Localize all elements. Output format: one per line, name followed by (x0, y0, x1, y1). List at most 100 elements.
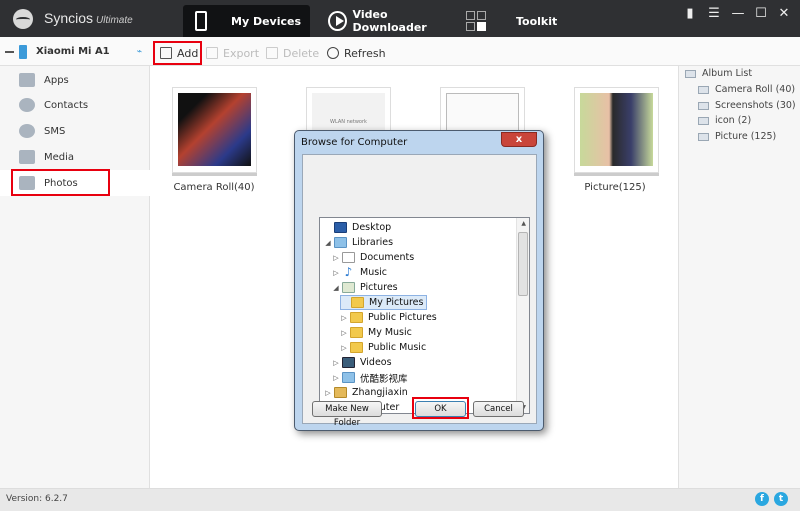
tab-video-downloader[interactable]: Video Downloader (325, 5, 455, 37)
expand-arrow-icon[interactable]: ▷ (332, 254, 340, 262)
delete-button[interactable]: Delete (266, 41, 319, 65)
add-button[interactable]: Add (153, 41, 202, 65)
album-list-item[interactable]: icon (2) (698, 115, 751, 126)
sidebar-item-contacts[interactable]: Contacts (0, 92, 150, 118)
tree-item[interactable]: ▷ ♪ Music (332, 265, 387, 280)
tree-item-label: Documents (360, 252, 415, 263)
album-list-item[interactable]: Screenshots (30) (698, 100, 796, 111)
tree-item[interactable]: ▷ Zhangjiaxin (324, 385, 408, 400)
toolkit-grid-icon (466, 11, 486, 31)
tree-item-label: Zhangjiaxin (352, 387, 408, 398)
collapse-icon[interactable] (5, 50, 14, 53)
tree-item-label: Pictures (360, 282, 398, 293)
tree-item[interactable]: ◢ Pictures (332, 280, 398, 295)
refresh-button[interactable]: Refresh (327, 41, 386, 65)
facebook-icon[interactable]: f (755, 492, 769, 506)
make-new-folder-button[interactable]: Make New Folder (312, 401, 382, 428)
tree-item[interactable]: ▷ Documents (332, 250, 414, 265)
menu-icon[interactable]: ☰ (706, 6, 722, 21)
pic-folder-icon (342, 282, 355, 293)
close-button[interactable]: ✕ (776, 6, 792, 21)
tab-label: My Devices (231, 14, 302, 28)
tab-label: Toolkit (516, 14, 558, 28)
sidebar-item-label: Contacts (44, 99, 89, 111)
refresh-label: Refresh (344, 46, 386, 60)
tree-item-label: Public Music (368, 342, 427, 353)
app-edition: Ultimate (96, 15, 133, 26)
album-label: Camera Roll(40) (173, 182, 255, 193)
folder-folder-icon (350, 342, 363, 353)
feedback-icon[interactable]: ▮ (682, 6, 698, 21)
tree-item-label: Desktop (352, 222, 392, 233)
tree-item[interactable]: ▷ Public Pictures (340, 310, 437, 325)
sms-icon (19, 124, 35, 138)
minimize-button[interactable]: — (730, 6, 746, 21)
desk-folder-icon (334, 222, 347, 233)
sidebar: Apps Contacts SMS Media Photos (0, 66, 150, 488)
tab-my-devices[interactable]: My Devices (183, 5, 310, 37)
cancel-button[interactable]: Cancel (473, 401, 524, 417)
album-image (580, 93, 653, 166)
media-icon (19, 150, 35, 164)
maximize-button[interactable]: ☐ (753, 6, 769, 21)
tree-item[interactable]: ▷ My Music (340, 325, 412, 340)
tree-item[interactable]: My Pictures (340, 295, 428, 310)
expand-arrow-icon[interactable]: ▷ (324, 389, 332, 397)
sidebar-item-label: Media (44, 151, 75, 163)
album-list-item[interactable]: Picture (125) (698, 131, 776, 142)
tree-item-label: Public Pictures (368, 312, 437, 323)
expand-arrow-icon[interactable]: ▷ (340, 344, 348, 352)
tree-item-label: 优酷影视库 (360, 373, 408, 385)
tree-item[interactable]: ◢ Libraries (324, 235, 393, 250)
tree-item-label: My Pictures (369, 297, 424, 308)
expand-arrow-icon[interactable]: ▷ (332, 374, 340, 382)
status-bar (0, 488, 800, 511)
device-phone-icon (19, 44, 27, 59)
album-list-title: Album List (685, 68, 752, 79)
add-label: Add (177, 46, 199, 60)
tab-label: Video Downloader (352, 8, 427, 34)
export-button[interactable]: Export (206, 41, 259, 65)
dialog-close-button[interactable]: x (501, 132, 537, 147)
tree-item[interactable]: ▷ Public Music (340, 340, 426, 355)
album-thumb-picture[interactable] (574, 87, 659, 173)
folder-tree[interactable]: ▲ ▼ Desktop ◢ Libraries ▷ Documents ▷ ♪ Music ◢ P… (319, 217, 530, 414)
lib-folder-icon (342, 372, 355, 383)
tree-scrollbar[interactable]: ▲ ▼ (516, 218, 529, 413)
tree-item[interactable]: Desktop (324, 220, 391, 235)
expand-arrow-icon[interactable]: ▷ (340, 329, 348, 337)
album-label: Picture(125) (584, 182, 646, 193)
device-selector[interactable]: Xiaomi Mi A1 ⌁ (5, 37, 148, 66)
vid-folder-icon (342, 357, 355, 368)
tree-item-label: Videos (360, 357, 392, 368)
folder-folder-icon (350, 327, 363, 338)
sidebar-item-sms[interactable]: SMS (0, 118, 150, 144)
export-label: Export (223, 46, 260, 60)
ok-highlight (412, 397, 469, 419)
tree-item[interactable]: ▷ Videos (332, 355, 392, 370)
folder-folder-icon (351, 297, 364, 308)
expand-arrow-icon[interactable]: ◢ (332, 284, 340, 292)
album-list-item[interactable]: Camera Roll (40) (698, 84, 795, 95)
expand-arrow-icon[interactable]: ▷ (332, 269, 340, 277)
album-list-item-label: icon (2) (715, 115, 752, 126)
expand-arrow-icon[interactable]: ▷ (332, 359, 340, 367)
scroll-up-icon[interactable]: ▲ (521, 220, 526, 227)
album-thumb-camera-roll[interactable] (172, 87, 257, 173)
tree-item-label: My Music (368, 327, 412, 338)
image-icon (698, 132, 709, 141)
sidebar-item-apps[interactable]: Apps (0, 67, 150, 93)
expand-arrow-icon[interactable]: ◢ (324, 239, 332, 247)
tab-toolkit[interactable]: Toolkit (463, 5, 563, 37)
scroll-thumb[interactable] (518, 232, 528, 296)
sidebar-item-media[interactable]: Media (0, 144, 150, 170)
tree-item[interactable]: ▷ 优酷影视库 (332, 370, 408, 385)
expand-arrow-icon[interactable]: ▷ (340, 314, 348, 322)
play-icon (328, 11, 347, 31)
doc-folder-icon (342, 252, 355, 263)
music-folder-icon: ♪ (344, 265, 353, 279)
usb-icon: ⌁ (136, 46, 142, 57)
twitter-icon[interactable]: t (774, 492, 788, 506)
selection-notch (144, 176, 151, 190)
delete-label: Delete (283, 46, 320, 60)
